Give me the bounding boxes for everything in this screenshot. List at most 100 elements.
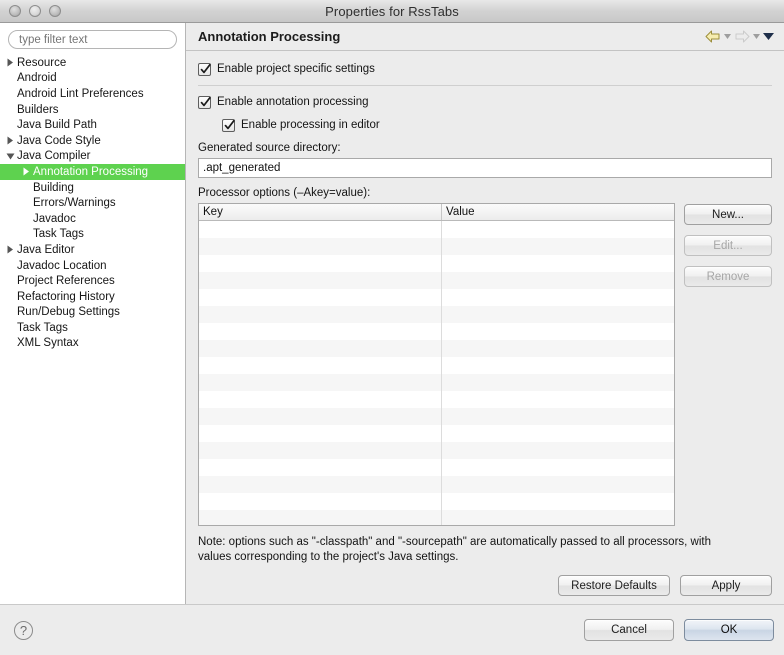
table-cell-key — [199, 306, 442, 323]
new-button[interactable]: New... — [684, 204, 772, 225]
checkbox-checked-icon[interactable] — [198, 62, 211, 76]
table-cell-value — [442, 306, 674, 323]
dialog-footer: ? Cancel OK — [0, 604, 784, 655]
table-row[interactable] — [199, 357, 674, 374]
sidebar-item-label: Project References — [17, 275, 115, 288]
table-cell-value — [442, 459, 674, 476]
sidebar-item-java-compiler[interactable]: Java Compiler — [0, 149, 185, 165]
table-row[interactable] — [199, 289, 674, 306]
sidebar-item-label: Android Lint Preferences — [17, 87, 144, 100]
panel-nav-icons — [705, 30, 774, 43]
zoom-button[interactable] — [49, 5, 61, 17]
table-row[interactable] — [199, 255, 674, 272]
sidebar-item-java-build-path[interactable]: Java Build Path — [0, 117, 185, 133]
sidebar-item-javadoc[interactable]: Javadoc — [0, 211, 185, 227]
processor-note-text: Note: options such as "-classpath" and "… — [198, 536, 712, 563]
search-input[interactable] — [8, 30, 177, 49]
sidebar-item-label: Task Tags — [33, 228, 84, 241]
sidebar-item-java-code-style[interactable]: Java Code Style — [0, 133, 185, 149]
sidebar-item-android-lint-preferences[interactable]: Android Lint Preferences — [0, 86, 185, 102]
sidebar-item-android[interactable]: Android — [0, 71, 185, 87]
close-button[interactable] — [9, 5, 21, 17]
table-row[interactable] — [199, 408, 674, 425]
processor-options-table[interactable]: Key Value — [198, 203, 675, 526]
table-row[interactable] — [199, 459, 674, 476]
sidebar-item-run-debug-settings[interactable]: Run/Debug Settings — [0, 305, 185, 321]
sidebar-item-resource[interactable]: Resource — [0, 55, 185, 71]
apply-button[interactable]: Apply — [680, 575, 772, 596]
table-cell-key — [199, 272, 442, 289]
sidebar-item-annotation-processing[interactable]: Annotation Processing — [0, 164, 185, 180]
table-row[interactable] — [199, 306, 674, 323]
sidebar-item-xml-syntax[interactable]: XML Syntax — [0, 336, 185, 352]
sidebar-item-building[interactable]: Building — [0, 180, 185, 196]
chevron-down-icon[interactable] — [4, 153, 16, 160]
sidebar-item-label: XML Syntax — [17, 337, 79, 350]
sidebar-item-javadoc-location[interactable]: Javadoc Location — [0, 258, 185, 274]
table-row[interactable] — [199, 476, 674, 493]
table-row[interactable] — [199, 493, 674, 510]
table-cell-value — [442, 442, 674, 459]
sidebar-item-label: Resource — [17, 56, 67, 69]
ok-button[interactable]: OK — [684, 619, 774, 641]
enable-annotation-processing-row[interactable]: Enable annotation processing — [198, 94, 772, 110]
table-cell-value — [442, 476, 674, 493]
table-row[interactable] — [199, 221, 674, 238]
checkbox-checked-icon[interactable] — [198, 95, 211, 109]
sidebar-item-label: Java Code Style — [17, 134, 101, 147]
table-row[interactable] — [199, 272, 674, 289]
sidebar-item-label: Building — [33, 181, 74, 194]
sidebar-item-task-tags[interactable]: Task Tags — [0, 227, 185, 243]
table-row[interactable] — [199, 238, 674, 255]
processor-options-area: Key Value New... Edit... Remove — [198, 203, 772, 526]
remove-button: Remove — [684, 266, 772, 287]
enable-project-specific-settings-row[interactable]: Enable project specific settings — [198, 61, 772, 77]
view-menu-icon[interactable] — [763, 33, 774, 40]
filter-container — [0, 23, 185, 54]
table-row[interactable] — [199, 425, 674, 442]
table-cell-value — [442, 493, 674, 510]
window-title: Properties for RssTabs — [325, 3, 459, 19]
forward-dropdown-icon[interactable] — [753, 34, 760, 39]
table-cell-value — [442, 425, 674, 442]
minimize-button[interactable] — [29, 5, 41, 17]
sidebar-item-project-references[interactable]: Project References — [0, 273, 185, 289]
table-row[interactable] — [199, 442, 674, 459]
table-row[interactable] — [199, 510, 674, 525]
generated-source-directory-input[interactable] — [198, 158, 772, 178]
cancel-button[interactable]: Cancel — [584, 619, 674, 641]
table-cell-value — [442, 510, 674, 525]
table-cell-value — [442, 255, 674, 272]
sidebar-item-label: Annotation Processing — [33, 165, 149, 178]
column-header-value[interactable]: Value — [442, 204, 674, 220]
table-row[interactable] — [199, 374, 674, 391]
sidebar-item-errors-warnings[interactable]: Errors/Warnings — [0, 195, 185, 211]
properties-dialog-window: Properties for RssTabs Resource Android An… — [0, 0, 784, 655]
table-cell-key — [199, 476, 442, 493]
checkbox-checked-icon[interactable] — [222, 118, 235, 132]
restore-defaults-button[interactable]: Restore Defaults — [558, 575, 670, 596]
chevron-right-icon[interactable] — [20, 167, 32, 176]
back-arrow-icon[interactable] — [705, 30, 721, 43]
table-row[interactable] — [199, 391, 674, 408]
sidebar-item-task-tags[interactable]: Task Tags — [0, 320, 185, 336]
chevron-right-icon[interactable] — [4, 58, 16, 67]
sidebar-item-java-editor[interactable]: Java Editor — [0, 242, 185, 258]
help-question-icon[interactable]: ? — [14, 620, 33, 640]
enable-processing-in-editor-row[interactable]: Enable processing in editor — [222, 117, 772, 133]
column-header-key[interactable]: Key — [199, 204, 442, 220]
table-row[interactable] — [199, 340, 674, 357]
chevron-right-icon[interactable] — [4, 136, 16, 145]
panel-body: Enable project specific settings Enable … — [186, 51, 784, 604]
divider — [198, 85, 772, 86]
chevron-right-icon[interactable] — [4, 245, 16, 254]
back-dropdown-icon[interactable] — [724, 34, 731, 39]
table-row[interactable] — [199, 323, 674, 340]
generated-source-directory-label: Generated source directory: — [198, 142, 341, 154]
table-cell-key — [199, 374, 442, 391]
sidebar-item-label: Javadoc — [33, 212, 76, 225]
sidebar-item-builders[interactable]: Builders — [0, 102, 185, 118]
table-cell-key — [199, 289, 442, 306]
sidebar-item-refactoring-history[interactable]: Refactoring History — [0, 289, 185, 305]
table-cell-value — [442, 289, 674, 306]
